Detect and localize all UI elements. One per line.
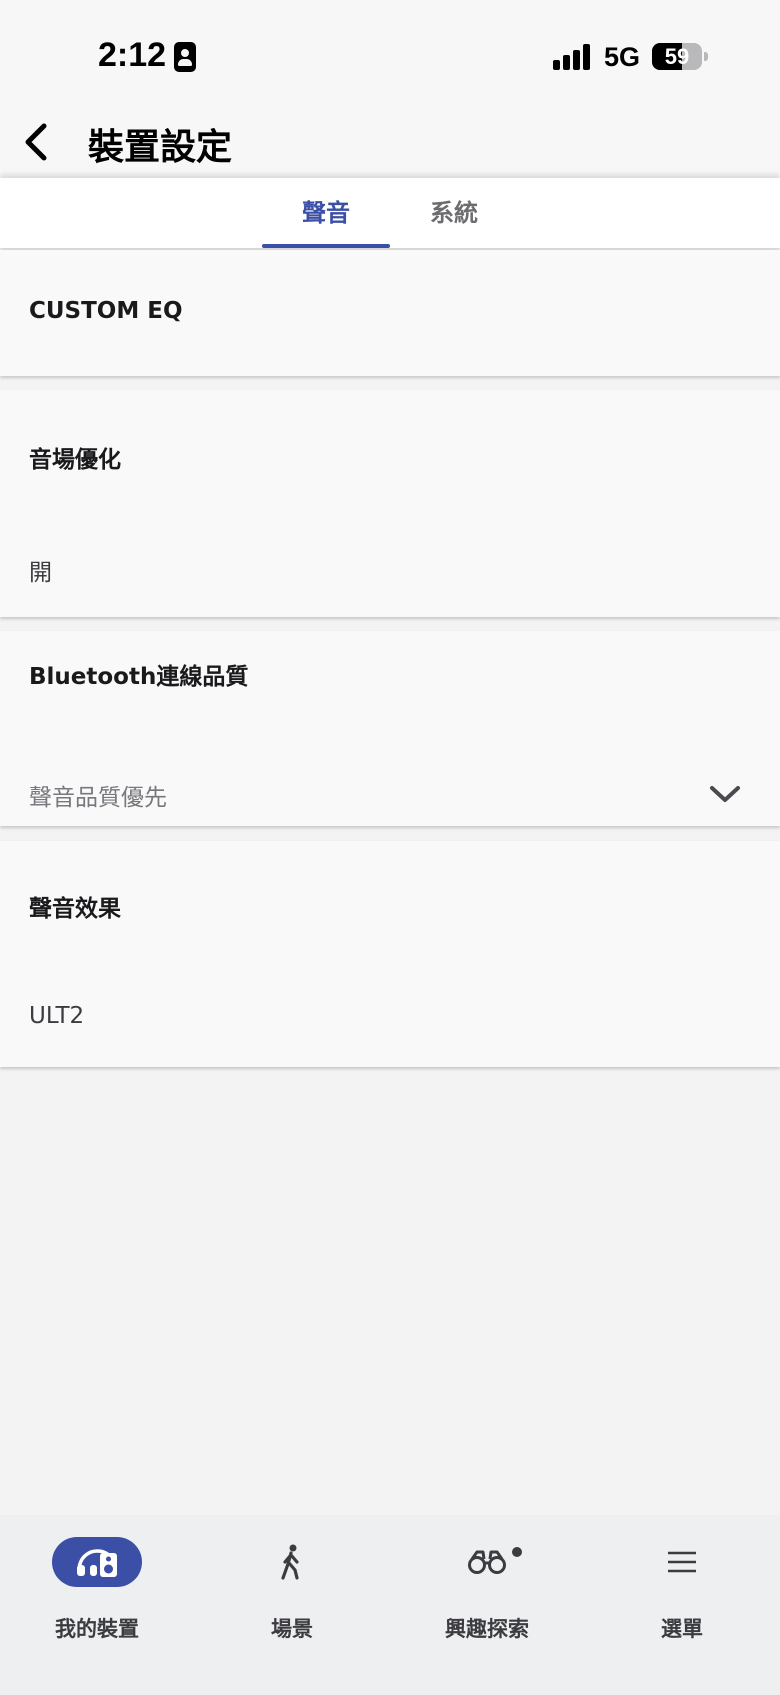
sound-field-card[interactable]: 音場優化 開 — [0, 390, 780, 617]
nav-scenes[interactable]: 場景 — [217, 1535, 367, 1645]
battery-level: 59 — [664, 44, 690, 69]
tab-system[interactable]: 系統 — [390, 178, 518, 248]
tab-system-label: 系統 — [430, 199, 478, 227]
battery-icon: 59 — [652, 43, 702, 70]
custom-eq-card[interactable]: CUSTOM EQ — [0, 250, 780, 376]
page-title: 裝置設定 — [88, 127, 233, 168]
sound-effect-card[interactable]: 聲音效果 ULT2 — [0, 841, 780, 1067]
nav-menu-wrap — [637, 1537, 727, 1587]
nav-explore[interactable]: 興趣探索 — [412, 1535, 562, 1645]
sound-field-value: 開 — [29, 560, 52, 586]
nav-my-devices-label: 我的裝置 — [55, 1617, 139, 1641]
bt-quality-value: 聲音品質優先 — [29, 785, 167, 811]
bottom-nav: 我的裝置 場景 興趣探索 選單 — [0, 1515, 780, 1695]
nav-scenes-wrap — [247, 1537, 337, 1587]
nav-explore-wrap — [442, 1537, 532, 1587]
notification-dot — [512, 1547, 522, 1557]
binoculars-icon — [468, 1550, 506, 1574]
chevron-down-icon[interactable] — [708, 783, 742, 805]
tab-bar: 聲音 系統 — [0, 178, 780, 248]
bt-quality-card[interactable]: Bluetooth連線品質 聲音品質優先 — [0, 631, 780, 826]
focus-person-icon — [174, 42, 196, 72]
nav-explore-label: 興趣探索 — [445, 1617, 529, 1641]
network-type: 5G — [604, 42, 641, 72]
nav-my-devices[interactable]: 我的裝置 — [22, 1535, 172, 1645]
signal-strength-icon — [553, 44, 593, 70]
status-time: 2:12 — [98, 36, 167, 74]
bt-quality-title: Bluetooth連線品質 — [29, 664, 249, 690]
nav-scenes-label: 場景 — [271, 1617, 313, 1641]
sound-effect-title: 聲音效果 — [29, 896, 121, 922]
sound-effect-value: ULT2 — [29, 1003, 85, 1029]
nav-menu[interactable]: 選單 — [607, 1535, 757, 1645]
custom-eq-title: CUSTOM EQ — [29, 298, 183, 324]
menu-icon — [668, 1551, 696, 1573]
app-header: 裝置設定 — [0, 110, 780, 178]
chevron-left-icon — [25, 123, 47, 161]
tab-sound[interactable]: 聲音 — [262, 178, 390, 248]
nav-my-devices-pill — [52, 1537, 142, 1587]
battery-cap — [704, 52, 708, 61]
sound-field-title: 音場優化 — [29, 447, 121, 473]
nav-menu-label: 選單 — [661, 1617, 703, 1641]
device-icon — [77, 1549, 117, 1577]
status-bar: 2:12 5G 59 — [0, 0, 780, 110]
back-button[interactable] — [18, 112, 66, 172]
walking-icon — [281, 1544, 299, 1580]
tab-sound-label: 聲音 — [302, 199, 350, 227]
tab-active-indicator — [262, 244, 390, 248]
